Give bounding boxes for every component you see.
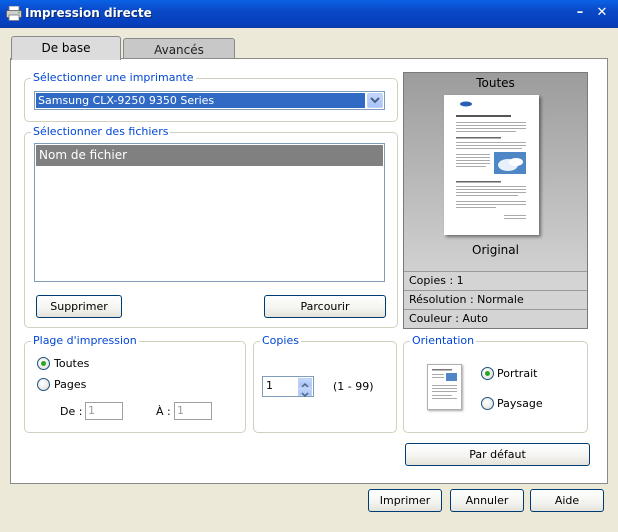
copies-range: (1 - 99) (333, 380, 374, 393)
printer-icon (6, 6, 22, 21)
landscape-label: Paysage (497, 397, 543, 410)
chevron-down-icon[interactable] (298, 387, 312, 398)
portrait-page-icon (427, 364, 462, 410)
tab-label: Avancés (154, 43, 204, 57)
document-icon (456, 101, 526, 219)
chevron-up-icon[interactable] (298, 378, 312, 388)
to-page-input[interactable]: 1 (174, 402, 212, 420)
window-title: Impression directe (25, 6, 152, 20)
printer-select-value: Samsung CLX-9250 9350 Series (36, 93, 365, 108)
file-list[interactable]: Nom de fichier (34, 143, 385, 282)
pages-label: Pages (54, 378, 87, 391)
landscape-radio[interactable] (481, 397, 494, 410)
from-label: De : (60, 405, 83, 418)
minimize-icon[interactable]: – (571, 5, 589, 23)
copies-stepper[interactable]: 1 (262, 376, 314, 398)
chevron-down-icon[interactable] (367, 93, 383, 108)
from-page-input[interactable]: 1 (85, 402, 123, 420)
browse-button[interactable]: Parcourir (264, 295, 386, 318)
close-icon[interactable]: ✕ (593, 5, 611, 23)
preview-caption: Original (472, 243, 519, 257)
delete-button[interactable]: Supprimer (36, 295, 122, 318)
portrait-label: Portrait (497, 367, 538, 380)
copies-value: 1 (266, 379, 273, 392)
default-button[interactable]: Par défaut (405, 443, 590, 466)
title-bar: Impression directe – ✕ (0, 0, 618, 28)
all-pages-label: Toutes (54, 357, 90, 370)
print-range-title: Plage d'impression (31, 334, 139, 347)
portrait-radio[interactable] (481, 367, 494, 380)
to-label: À : (156, 405, 171, 418)
color-info: Couleur : Auto (404, 309, 587, 328)
print-button[interactable]: Imprimer (368, 489, 442, 512)
preview-title: Toutes (476, 76, 515, 90)
tab-label: De base (41, 41, 91, 55)
printer-select[interactable]: Samsung CLX-9250 9350 Series (34, 91, 385, 110)
all-pages-radio[interactable] (37, 357, 50, 370)
orientation-group-title: Orientation (410, 334, 477, 347)
copies-info: Copies : 1 (404, 271, 587, 290)
tab-de-base[interactable]: De base (11, 36, 121, 60)
pages-radio[interactable] (37, 378, 50, 391)
page-preview-thumbnail (444, 95, 539, 235)
preview-panel: Toutes Original Copies: 1 Résolution: … (403, 72, 588, 329)
resolution-info: Résolution : Normale (404, 290, 587, 309)
help-button[interactable]: Aide (530, 489, 604, 512)
files-group-title: Sélectionner des fichiers (31, 125, 171, 138)
printer-group-title: Sélectionner une imprimante (31, 71, 196, 84)
copies-group-title: Copies (260, 334, 301, 347)
file-list-header[interactable]: Nom de fichier (36, 145, 383, 166)
cancel-button[interactable]: Annuler (450, 489, 524, 512)
